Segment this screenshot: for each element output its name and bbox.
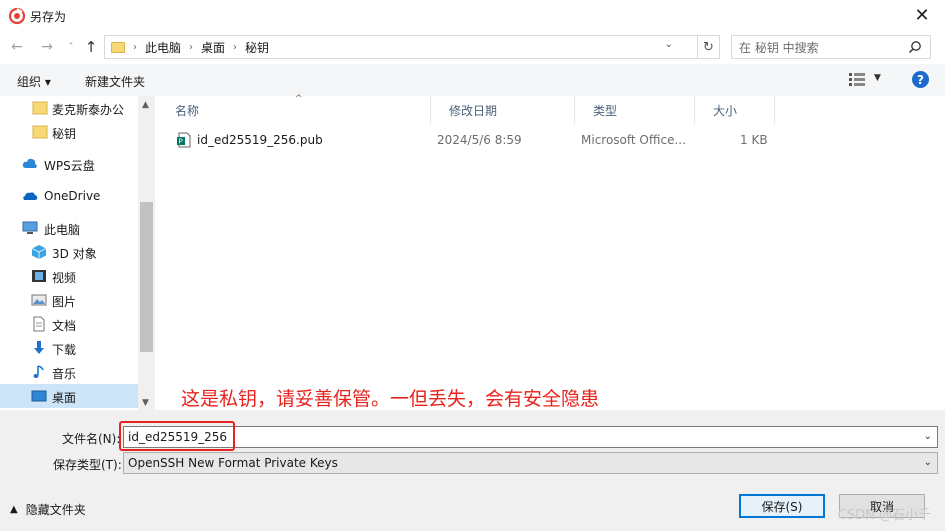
hide-folders-toggle[interactable]: ▲ 隐藏文件夹 (10, 501, 86, 518)
folder-icon (32, 101, 48, 115)
forward-button[interactable]: → (38, 38, 56, 56)
download-icon (34, 341, 44, 354)
filetype-select[interactable]: OpenSSH New Format Private Keys ⌄ (123, 452, 938, 474)
filename-value: id_ed25519_256 (128, 430, 228, 444)
file-row[interactable]: P id_ed25519_256.pub 2024/5/6 8:59 Micro… (157, 129, 777, 151)
file-size: 1 KB (740, 133, 768, 147)
publisher-file-icon: P (177, 132, 191, 148)
scroll-down-icon[interactable]: ▼ (142, 398, 149, 408)
navigation-pane: 麦克斯泰办公 秘钥 WPS云盘 OneDrive 此电脑 3D 对象 视频 图片… (0, 96, 155, 410)
recent-locations-button[interactable]: ˅ (62, 38, 80, 56)
cube-icon (31, 245, 47, 259)
cloud-icon (22, 158, 37, 168)
scrollbar-thumb[interactable] (140, 202, 153, 352)
chevron-up-icon: ▲ (10, 504, 18, 515)
app-logo-icon (8, 7, 26, 25)
save-options-panel: 文件名(N): id_ed25519_256 ⌄ 保存类型(T): OpenSS… (0, 410, 945, 531)
video-icon (32, 270, 46, 282)
sidebar-item-keys[interactable]: 秘钥 (0, 120, 138, 144)
sidebar-item-3d-objects[interactable]: 3D 对象 (0, 240, 138, 264)
chevron-down-icon[interactable]: ⌄ (924, 457, 932, 468)
onedrive-icon (23, 192, 38, 200)
document-icon (33, 316, 45, 332)
sidebar-item-videos[interactable]: 视频 (0, 264, 138, 288)
breadcrumb-keys[interactable]: 秘钥 (245, 39, 269, 56)
search-icon (908, 41, 921, 54)
column-header-size[interactable]: 大小 (695, 96, 775, 124)
search-input[interactable]: 在 秘钥 中搜索 (731, 35, 931, 59)
music-icon (33, 365, 44, 378)
refresh-button[interactable]: ↻ (698, 35, 720, 59)
sidebar-scrollbar[interactable]: ▲ ▼ (138, 96, 155, 410)
filetype-label: 保存类型(T): (53, 458, 122, 472)
computer-icon (22, 221, 38, 234)
sidebar-item-music[interactable]: 音乐 (0, 360, 138, 384)
refresh-icon: ↻ (703, 39, 714, 55)
sidebar-item-pictures[interactable]: 图片 (0, 288, 138, 312)
svg-text:P: P (179, 138, 183, 146)
sidebar-item-downloads[interactable]: 下载 (0, 336, 138, 360)
new-folder-button[interactable]: 新建文件夹 (85, 73, 145, 90)
watermark: CSDN @石小千 (837, 508, 931, 523)
filename-field[interactable]: id_ed25519_256 ⌄ (123, 426, 938, 448)
chevron-right-icon: › (133, 41, 137, 53)
warning-annotation: 这是私钥，请妥善保管。一但丢失，会有安全隐患 (181, 388, 600, 410)
breadcrumb-this-pc[interactable]: 此电脑 (145, 39, 181, 56)
column-header-modified[interactable]: 修改日期 (431, 96, 575, 124)
scroll-up-icon[interactable]: ▲ (142, 100, 149, 110)
title-bar: 另存为 ✕ (0, 0, 945, 32)
file-modified: 2024/5/6 8:59 (437, 133, 522, 147)
close-button[interactable]: ✕ (899, 0, 945, 30)
file-name: id_ed25519_256.pub (197, 133, 323, 147)
address-bar[interactable]: › 此电脑 › 桌面 › 秘钥 ⌄ (104, 35, 698, 59)
folder-icon (111, 41, 125, 53)
sidebar-item-maikesitai[interactable]: 麦克斯泰办公 (0, 96, 138, 120)
chevron-right-icon: › (189, 41, 194, 53)
sidebar-item-this-pc[interactable]: 此电脑 (0, 216, 138, 240)
picture-icon (31, 294, 47, 306)
navigation-bar: ← → ˅ ↑ › 此电脑 › 桌面 › 秘钥 ⌄ ↻ 在 秘钥 中搜索 (0, 32, 945, 62)
sidebar-item-documents[interactable]: 文档 (0, 312, 138, 336)
chevron-down-icon[interactable]: ⌄ (665, 39, 673, 50)
file-type: Microsoft Office... (581, 133, 686, 147)
sort-ascending-icon: ^ (295, 94, 303, 104)
filename-label: 文件名(N): (62, 432, 121, 446)
up-button[interactable]: ↑ (82, 38, 100, 56)
chevron-right-icon: › (233, 41, 238, 53)
column-header-type[interactable]: 类型 (575, 96, 695, 124)
command-toolbar: 组织 ▾ 新建文件夹 ▼ ? (0, 64, 945, 96)
sidebar-item-wps-cloud[interactable]: WPS云盘 (0, 152, 138, 176)
folder-icon (32, 125, 48, 139)
window-title: 另存为 (30, 10, 67, 24)
sidebar-item-onedrive[interactable]: OneDrive (0, 184, 138, 208)
filetype-value: OpenSSH New Format Private Keys (128, 456, 338, 470)
back-button[interactable]: ← (8, 38, 26, 56)
view-options-icon[interactable] (849, 72, 865, 86)
sidebar-item-desktop[interactable]: 桌面 (0, 384, 138, 408)
help-button[interactable]: ? (912, 71, 929, 88)
view-dropdown-icon[interactable]: ▼ (874, 73, 881, 83)
search-placeholder: 在 秘钥 中搜索 (739, 40, 819, 55)
organize-menu[interactable]: 组织 ▾ (17, 73, 51, 90)
column-header-name[interactable]: 名称 ^ (157, 94, 431, 124)
breadcrumb-desktop[interactable]: 桌面 (201, 39, 225, 56)
desktop-icon (31, 390, 47, 402)
save-button[interactable]: 保存(S) (739, 494, 825, 518)
chevron-down-icon[interactable]: ⌄ (924, 431, 932, 442)
file-list: 名称 ^ 修改日期 类型 大小 P id_ed25519_256.pub 202… (157, 94, 945, 410)
